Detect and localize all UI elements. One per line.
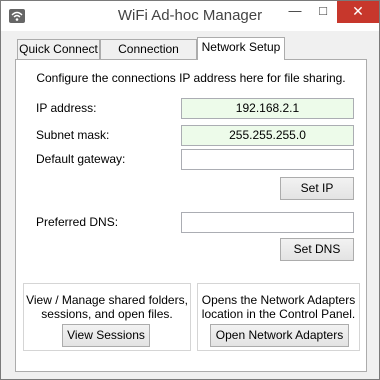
set-dns-button[interactable]: Set DNS — [280, 238, 354, 261]
default-gateway-field[interactable] — [181, 149, 354, 170]
adapters-description-line2: location in the Control Panel. — [201, 307, 356, 321]
panel-description: Configure the connections IP address her… — [36, 71, 346, 85]
network-setup-panel: Configure the connections IP address her… — [15, 59, 367, 372]
maximize-button[interactable]: □ — [309, 1, 337, 23]
sessions-group: View / Manage shared folders, sessions, … — [23, 283, 191, 351]
tab-quick-connect[interactable]: Quick Connect — [17, 39, 100, 59]
close-button[interactable]: ✕ — [337, 1, 379, 23]
preferred-dns-field[interactable] — [181, 212, 354, 233]
app-window: WiFi Ad-hoc Manager — □ ✕ Quick Connect … — [0, 0, 380, 380]
adapters-group: Opens the Network Adapters location in t… — [197, 283, 360, 351]
tab-network-setup[interactable]: Network Setup — [197, 37, 285, 60]
open-network-adapters-button[interactable]: Open Network Adapters — [210, 324, 349, 347]
default-gateway-label: Default gateway: — [36, 152, 126, 166]
subnet-mask-field[interactable]: 255.255.255.0 — [181, 125, 354, 146]
sessions-description-line1: View / Manage shared folders, — [26, 293, 188, 307]
minimize-button[interactable]: — — [281, 1, 309, 23]
subnet-mask-label: Subnet mask: — [36, 128, 110, 142]
sessions-description-line2: sessions, and open files. — [41, 307, 173, 321]
view-sessions-button[interactable]: View Sessions — [62, 324, 150, 347]
adapters-description-line1: Opens the Network Adapters — [201, 293, 356, 307]
title-bar[interactable]: WiFi Ad-hoc Manager — □ ✕ — [1, 1, 379, 31]
tab-connection-setup[interactable]: Connection Setup — [100, 39, 197, 74]
ip-address-field[interactable]: 192.168.2.1 — [181, 98, 354, 119]
preferred-dns-label: Preferred DNS: — [36, 215, 119, 229]
set-ip-button[interactable]: Set IP — [280, 177, 354, 200]
ip-address-label: IP address: — [36, 101, 97, 115]
